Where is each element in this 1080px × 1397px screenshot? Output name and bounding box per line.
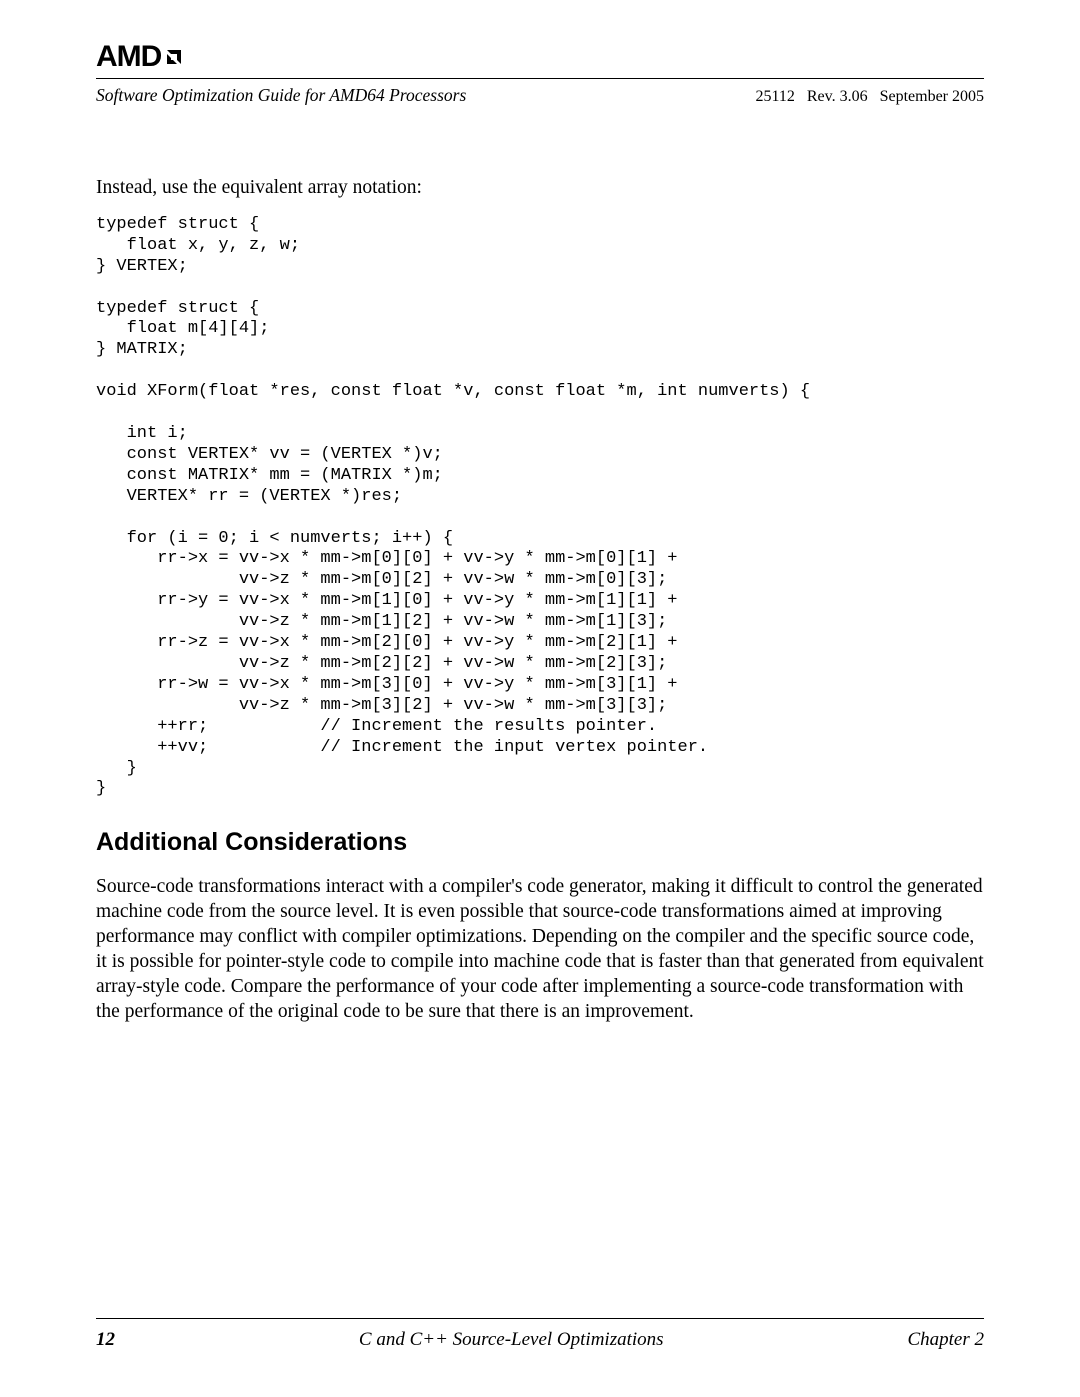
brand-logo: AMD bbox=[96, 40, 984, 74]
header-rule bbox=[96, 78, 984, 79]
doc-meta: 25112 Rev. 3.06 September 2005 bbox=[755, 88, 984, 106]
brand-arrow-icon bbox=[163, 42, 185, 76]
section-heading: Additional Considerations bbox=[96, 828, 984, 857]
footer-right: Chapter 2 bbox=[907, 1329, 984, 1351]
footer-rule bbox=[96, 1318, 984, 1319]
footer: 12 C and C++ Source-Level Optimizations … bbox=[96, 1318, 984, 1351]
footer-line: 12 C and C++ Source-Level Optimizations … bbox=[96, 1329, 984, 1351]
footer-center: C and C++ Source-Level Optimizations bbox=[359, 1329, 664, 1351]
doc-title: Software Optimization Guide for AMD64 Pr… bbox=[96, 85, 466, 106]
code-block: typedef struct { float x, y, z, w; } VER… bbox=[96, 215, 984, 800]
header-line: Software Optimization Guide for AMD64 Pr… bbox=[96, 85, 984, 106]
intro-text: Instead, use the equivalent array notati… bbox=[96, 176, 984, 201]
page: AMD Software Optimization Guide for AMD6… bbox=[0, 0, 1080, 1397]
considerations-paragraph: Source-code transformations interact wit… bbox=[96, 875, 984, 1025]
brand-text: AMD bbox=[96, 40, 161, 74]
page-number: 12 bbox=[96, 1329, 115, 1351]
